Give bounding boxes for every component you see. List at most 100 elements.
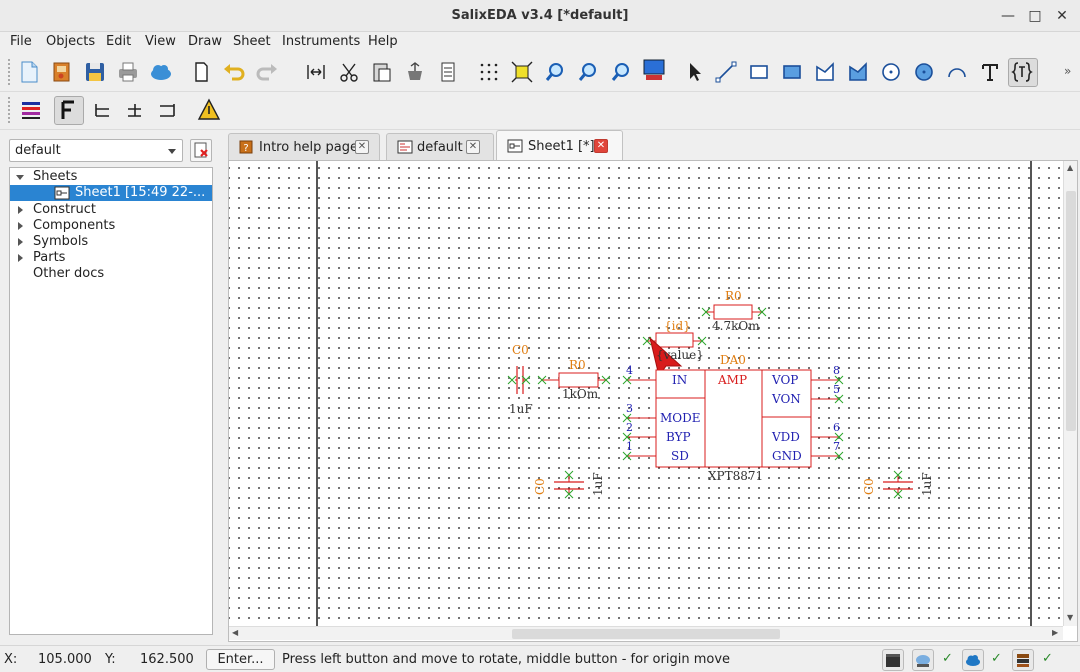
properties-icon[interactable] xyxy=(435,59,461,85)
tree-item-sheets[interactable]: Sheets xyxy=(10,169,212,185)
toolbar-overflow-icon[interactable]: » xyxy=(1064,64,1071,78)
expand-right-icon[interactable] xyxy=(18,206,23,214)
menu-file[interactable]: File xyxy=(10,34,32,49)
minimize-button[interactable]: — xyxy=(998,6,1018,26)
pin-num-8: 8 xyxy=(833,364,840,377)
c0-left-ref: C0 xyxy=(512,343,529,357)
undo-icon[interactable] xyxy=(221,59,247,85)
align-left-icon[interactable] xyxy=(90,97,116,123)
menu-help[interactable]: Help xyxy=(368,34,398,49)
redo-icon[interactable] xyxy=(254,59,280,85)
pin-name-von: VON xyxy=(771,392,801,406)
toolbar2-grip[interactable] xyxy=(8,97,12,123)
vertical-scrollbar[interactable]: ▲ ▼ xyxy=(1063,161,1077,626)
layers-icon[interactable] xyxy=(18,97,44,123)
network-icon[interactable] xyxy=(912,649,934,671)
mirror-icon[interactable] xyxy=(303,59,329,85)
pin-name-vop: VOP xyxy=(771,373,798,387)
zoom-out-icon[interactable] xyxy=(575,59,601,85)
tree-item-components[interactable]: Components xyxy=(10,218,212,234)
menu-view[interactable]: View xyxy=(145,34,176,49)
draw-line-icon[interactable] xyxy=(713,59,739,85)
new-sheet-icon[interactable] xyxy=(188,59,214,85)
expand-right-icon[interactable] xyxy=(18,238,23,246)
chevron-down-icon xyxy=(168,149,176,154)
tree-item-symbols[interactable]: Symbols xyxy=(10,234,212,250)
fit-icon[interactable] xyxy=(509,59,535,85)
scroll-up-icon[interactable]: ▲ xyxy=(1067,163,1073,172)
horizontal-scrollbar[interactable]: ◀ ▶ xyxy=(229,626,1063,640)
paste-icon[interactable] xyxy=(369,59,395,85)
menu-sheet[interactable]: Sheet xyxy=(233,34,271,49)
cut-icon[interactable] xyxy=(336,59,362,85)
print-icon[interactable] xyxy=(115,59,141,85)
align-right-icon[interactable] xyxy=(154,97,180,123)
draw-arc-icon[interactable] xyxy=(944,59,970,85)
close-window-button[interactable]: ✕ xyxy=(1052,6,1072,26)
horizontal-scroll-thumb[interactable] xyxy=(512,629,780,639)
zoom-in-icon[interactable] xyxy=(542,59,568,85)
menu-objects[interactable]: Objects xyxy=(46,34,95,49)
field-text-icon[interactable] xyxy=(1008,58,1038,87)
library-icon[interactable] xyxy=(1012,649,1034,671)
enter-coordinates-button[interactable]: Enter... xyxy=(206,649,275,670)
vertical-scroll-thumb[interactable] xyxy=(1066,191,1076,431)
expand-down-icon[interactable] xyxy=(16,175,24,180)
tab-intro-help[interactable]: ? Intro help page ✕ xyxy=(228,133,380,160)
tab-default[interactable]: default ✕ xyxy=(386,133,494,160)
tab-close-button[interactable]: ✕ xyxy=(594,139,608,153)
draw-filled-circle-icon[interactable] xyxy=(911,59,937,85)
warning-icon[interactable] xyxy=(196,97,222,123)
new-file-icon[interactable] xyxy=(16,59,42,85)
save-icon[interactable] xyxy=(82,59,108,85)
draw-polyline-icon[interactable] xyxy=(812,59,838,85)
open-project-icon[interactable] xyxy=(49,59,75,85)
expand-right-icon[interactable] xyxy=(18,254,23,262)
align-center-icon[interactable] xyxy=(122,97,148,123)
font-icon[interactable] xyxy=(54,96,84,125)
c0-bottom-mid-ref: C0 xyxy=(533,478,547,495)
schematic-canvas[interactable]: C0 1uF R0 1kOm R0 4.7kOm {id} {value} DA… xyxy=(229,161,1063,626)
clapper-icon[interactable] xyxy=(882,649,904,671)
tree-item-sheet1[interactable]: Sheet1 [15:49 22-... xyxy=(10,185,212,201)
tree-item-label: Symbols xyxy=(33,234,89,249)
menu-instruments[interactable]: Instruments xyxy=(282,34,360,49)
draw-filled-rect-icon[interactable] xyxy=(779,59,805,85)
toolbar-grip[interactable] xyxy=(8,59,12,85)
delete-icon xyxy=(194,142,208,158)
expand-right-icon[interactable] xyxy=(18,222,23,230)
status-bar: X: 105.000 Y: 162.500 Enter... Press lef… xyxy=(0,645,1080,672)
text-icon[interactable] xyxy=(977,59,1003,85)
tab-close-button[interactable]: ✕ xyxy=(466,140,480,154)
tree-item-parts[interactable]: Parts xyxy=(10,250,212,266)
scroll-right-icon[interactable]: ▶ xyxy=(1052,628,1058,637)
scroll-down-icon[interactable]: ▼ xyxy=(1067,613,1073,622)
monitor-icon[interactable] xyxy=(641,57,667,83)
cloud-status-icon[interactable] xyxy=(962,649,984,671)
draw-circle-icon[interactable] xyxy=(878,59,904,85)
project-combo[interactable]: default xyxy=(9,139,183,162)
menu-draw[interactable]: Draw xyxy=(188,34,222,49)
chip-center: AMP xyxy=(717,373,747,387)
grid-icon[interactable] xyxy=(476,59,502,85)
select-pointer-icon[interactable] xyxy=(682,59,708,85)
tree-item-other-docs[interactable]: Other docs xyxy=(10,266,212,282)
cloud-icon[interactable] xyxy=(148,59,174,85)
draw-polygon-icon[interactable] xyxy=(845,59,871,85)
tree-item-label: Components xyxy=(33,218,116,233)
pin-name-gnd: GND xyxy=(772,449,802,463)
r0-top-ref: R0 xyxy=(725,289,742,303)
scroll-left-icon[interactable]: ◀ xyxy=(232,628,238,637)
clear-icon[interactable] xyxy=(402,59,428,85)
pin-num-2: 2 xyxy=(626,421,633,434)
pin-name-byp: BYP xyxy=(666,430,691,444)
draw-rect-icon[interactable] xyxy=(746,59,772,85)
y-label: Y: xyxy=(105,652,116,667)
tab-close-button[interactable]: ✕ xyxy=(355,140,369,154)
tab-sheet1[interactable]: Sheet1 [*] ✕ xyxy=(496,130,623,161)
delete-project-button[interactable] xyxy=(190,139,212,162)
menu-edit[interactable]: Edit xyxy=(106,34,131,49)
maximize-button[interactable]: □ xyxy=(1025,6,1045,26)
tree-item-construct[interactable]: Construct xyxy=(10,202,212,218)
zoom-area-icon[interactable] xyxy=(608,59,634,85)
